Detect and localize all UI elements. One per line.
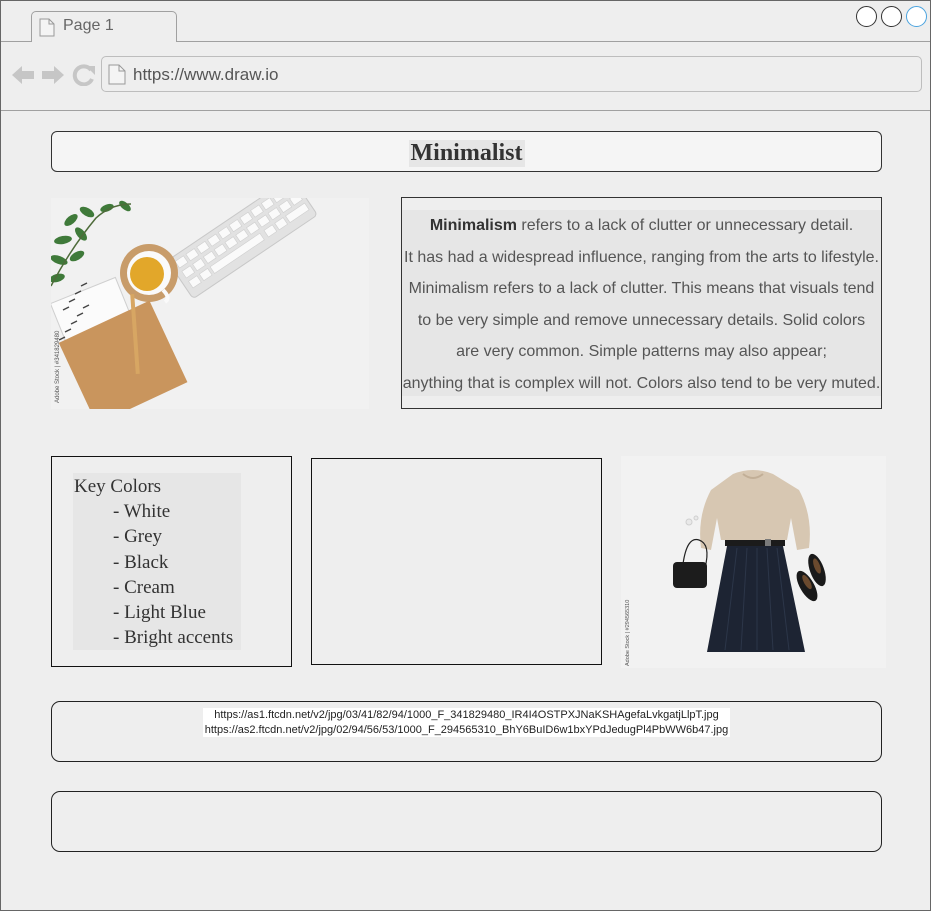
arrow-right-icon[interactable] <box>41 64 65 86</box>
desk-flatlay-image: Adobe Stock | #341829480 <box>51 198 369 409</box>
page-icon <box>39 18 55 37</box>
desk-watermark: Adobe Stock | #341829480 <box>55 330 61 403</box>
key-colors-text: Key Colors - White - Grey - Black - Crea… <box>73 473 241 650</box>
source-link: https://as2.ftcdn.net/v2/jpg/02/94/56/53… <box>204 723 729 736</box>
description-line: are very common. Simple patterns may als… <box>456 343 827 360</box>
list-item: - Bright accents <box>113 627 234 649</box>
description-lead-rest: refers to a lack of clutter or unnecessa… <box>516 217 854 234</box>
description-text: Minimalism refers to a lack of clutter o… <box>402 210 881 396</box>
outfit-watermark: Adobe Stock | #294565310 <box>625 600 631 666</box>
reload-icon[interactable] <box>72 64 96 86</box>
page-icon <box>108 64 126 85</box>
empty-footer-box <box>51 791 882 852</box>
list-item: - Black <box>113 551 169 573</box>
source-link: https://as1.ftcdn.net/v2/jpg/03/41/82/94… <box>214 709 719 721</box>
description-box: Minimalism refers to a lack of clutter o… <box>401 197 882 409</box>
list-item: - Grey <box>113 526 163 548</box>
empty-content-box <box>311 458 602 665</box>
page-title-box: Minimalist <box>51 131 882 172</box>
address-bar-row: https://www.draw.io <box>1 42 930 111</box>
list-item: - Light Blue <box>113 602 206 624</box>
page-title: Minimalist <box>408 140 525 167</box>
description-line: Minimalism refers to a lack of clutter. … <box>408 280 875 297</box>
description-lead-bold: Minimalism <box>429 217 517 234</box>
source-links-box: https://as1.ftcdn.net/v2/jpg/03/41/82/94… <box>51 701 882 762</box>
description-line: to be very simple and remove unnecessary… <box>417 311 866 329</box>
description-line: anything that is complex will not. Color… <box>402 374 881 392</box>
outfit-flatlay-image: Adobe Stock | #294565310 <box>621 456 886 668</box>
tab-label: Page 1 <box>63 17 114 34</box>
tab-bar: Page 1 <box>1 1 930 42</box>
window-control-minimize[interactable] <box>856 6 877 27</box>
source-links-text: https://as1.ftcdn.net/v2/jpg/03/41/82/94… <box>202 708 731 737</box>
tab-page-1[interactable]: Page 1 <box>31 11 177 42</box>
window-control-close[interactable] <box>906 6 927 27</box>
key-colors-heading: Key Colors <box>74 476 162 497</box>
list-item: - White <box>113 501 171 522</box>
window-control-maximize[interactable] <box>881 6 902 27</box>
url-input[interactable]: https://www.draw.io <box>101 56 922 92</box>
url-text: https://www.draw.io <box>133 65 279 84</box>
description-line: It has had a widespread influence, rangi… <box>404 248 879 266</box>
description-line: Minimalism refers to a lack of clutter o… <box>402 210 881 242</box>
key-colors-list: - White - Grey - Black - Cream - Light B… <box>113 499 233 651</box>
arrow-left-icon[interactable] <box>11 64 35 86</box>
list-item: - Cream <box>113 576 175 598</box>
key-colors-box: Key Colors - White - Grey - Black - Crea… <box>51 456 292 667</box>
browser-window: Page 1 https://www.draw.io Minimalist Ad… <box>0 0 931 911</box>
